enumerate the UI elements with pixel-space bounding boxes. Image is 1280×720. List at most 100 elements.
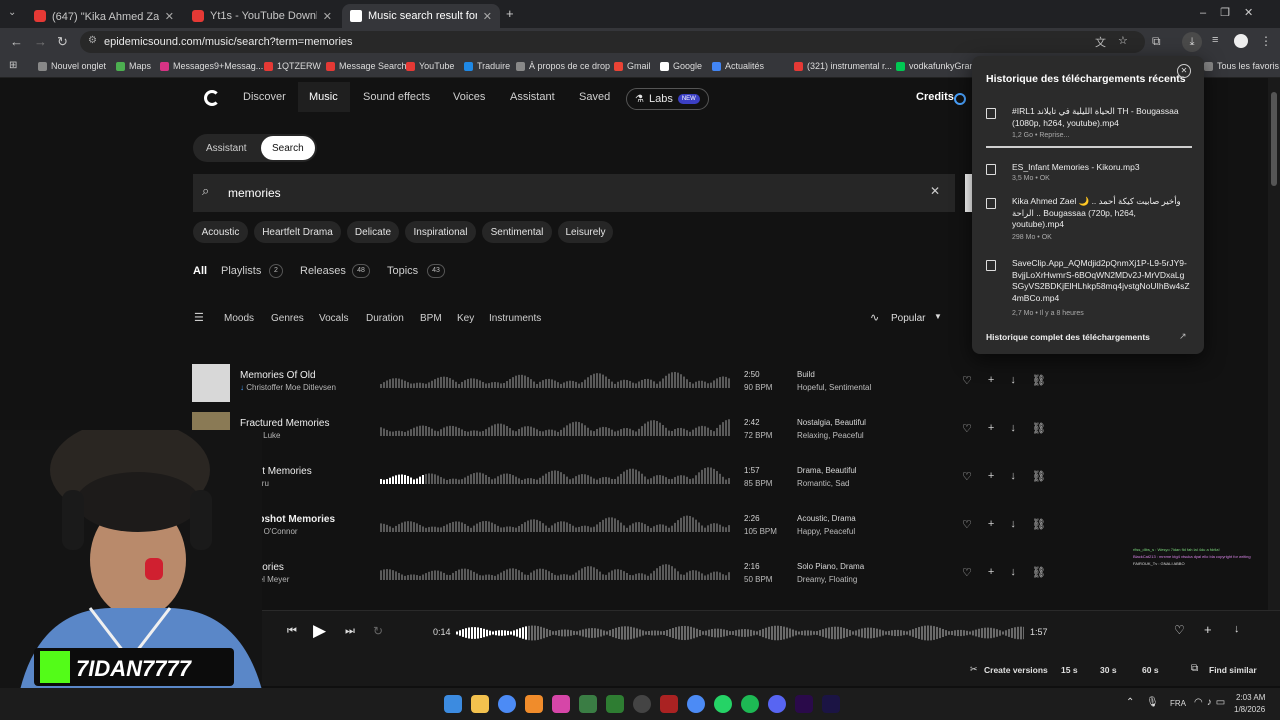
profile-avatar[interactable] [1234,34,1248,48]
menu-icon[interactable]: ⋮ [1260,34,1272,48]
apps-icon[interactable]: ⊞ [9,60,17,71]
track-tags-primary[interactable]: Solo Piano, Drama [797,562,864,571]
track-waveform[interactable] [380,370,730,394]
scroll-thumb[interactable] [1271,92,1277,186]
app-icon[interactable] [633,695,651,713]
download-item[interactable]: ES_Infant Memories - Kikoru.mp3 3,5 Mo •… [986,162,1192,186]
filter-sliders-icon[interactable]: ☰ [194,311,204,324]
previous-icon[interactable]: ⏮ [287,625,297,638]
nav-assistant[interactable]: Assistant [510,91,555,103]
next-icon[interactable]: ⏭ [345,625,355,638]
download-icon[interactable]: ↓ [1010,422,1016,435]
track-title[interactable]: Fractured Memories [240,418,329,429]
tab-yt1s[interactable]: Yt1s - YouTube Downloader | Y ✕ [184,4,340,28]
site-info-icon[interactable]: ⚙ [88,35,97,46]
chip[interactable]: Inspirational [405,221,476,243]
full-history-link[interactable]: Historique complet des téléchargements [986,332,1150,342]
reading-list-icon[interactable]: ≡ [1212,34,1218,46]
bookmark-item[interactable]: Actualités [712,61,764,71]
bookmark-item[interactable]: Message Search [326,61,407,71]
microphone-icon[interactable]: 🎙 [1146,697,1159,708]
bookmark-item[interactable]: Nouvel onglet [38,61,106,71]
track-row[interactable]: Memories Rachel Meyer 2:16 50 BPM Solo P… [192,556,1072,596]
nav-music[interactable]: Music [309,91,338,103]
track-tags-secondary[interactable]: Relaxing, Peaceful [797,431,864,440]
bookmark-item[interactable]: À propos de ce drop [516,61,610,71]
chrome-icon[interactable] [498,695,516,713]
track-tags-secondary[interactable]: Romantic, Sad [797,479,849,488]
add-icon[interactable]: + [988,374,994,387]
add-icon[interactable]: + [988,566,994,579]
tab-search-icon[interactable]: ⌄ [8,7,16,18]
heart-icon[interactable]: ♡ [962,422,972,435]
play-button[interactable]: ▶ [313,621,326,641]
start-icon[interactable] [444,695,462,713]
tray-chevron-icon[interactable]: ⌃ [1126,697,1134,708]
clear-search-icon[interactable]: ✕ [930,184,940,198]
close-icon[interactable]: ✕ [1177,64,1191,78]
mode-search[interactable]: Search [272,143,304,154]
bookmark-item[interactable]: Gmail [614,61,651,71]
track-tags-primary[interactable]: Build [797,370,815,379]
filter-instruments[interactable]: Instruments [489,313,541,324]
url-field[interactable]: ⚙ epidemicsound.com/music/search?term=me… [80,31,1145,53]
forward-icon[interactable]: → [34,34,47,49]
back-icon[interactable]: ← [10,34,23,49]
epidemic-logo[interactable] [204,90,220,106]
track-title[interactable]: Memories Of Old [240,370,316,381]
close-icon[interactable]: ✕ [483,10,492,23]
extensions-icon[interactable]: ⧉ [1152,34,1161,49]
track-row[interactable]: Memories Of Old ↓ Christoffer Moe Ditlev… [192,364,1072,404]
filter-bpm[interactable]: BPM [420,313,442,324]
nav-saved[interactable]: Saved [579,91,610,103]
bookmark-item[interactable]: Messages9+Messag... [160,61,263,71]
find-similar-button[interactable]: Find similar [1209,665,1257,675]
after-effects-icon[interactable] [822,695,840,713]
add-icon[interactable]: + [988,470,994,483]
language-indicator[interactable]: FRA [1170,699,1186,708]
tab-epidemic[interactable]: Music search result for memori ✕ [342,4,500,28]
search-input[interactable] [193,174,955,212]
heart-icon[interactable]: ♡ [962,470,972,483]
track-waveform[interactable] [380,562,730,586]
track-tags-secondary[interactable]: Dreamy, Floating [797,575,857,584]
tab-all[interactable]: All [193,265,207,277]
add-icon[interactable]: + [988,518,994,531]
close-icon[interactable]: ✕ [165,10,174,23]
bookmark-item[interactable]: Tous les favoris [1204,61,1279,71]
bookmark-star-icon[interactable]: ☆ [1118,34,1128,47]
link-icon[interactable]: ⛓ [1032,374,1046,387]
filter-moods[interactable]: Moods [224,313,254,324]
track-row[interactable]: Fractured Memories Gavin Luke 2:42 72 BP… [192,412,1072,452]
length-15s[interactable]: 15 s [1061,665,1078,675]
tab-releases[interactable]: Releases [300,265,346,277]
tab-playlists[interactable]: Playlists [221,265,261,277]
download-icon[interactable]: ↓ [1010,470,1016,483]
discord-icon[interactable] [768,695,786,713]
download-item[interactable]: Kika Ahmed Zael 🌙 .. وأخير صابيت كيكة أح… [986,196,1192,244]
tab-youtube-kika[interactable]: (647) "Kika Ahmed Za**el 🌙 … ✕ [26,4,182,28]
track-cover[interactable] [192,364,230,402]
heart-icon[interactable]: ♡ [962,566,972,579]
heart-icon[interactable]: ♡ [962,374,972,387]
premiere-icon[interactable] [795,695,813,713]
chip[interactable]: Heartfelt Drama [254,221,341,243]
download-item[interactable]: SaveClip.App_AQMdjid2pQnmXj1P-L9-5rJY9-B… [986,258,1192,320]
new-tab-button[interactable]: + [506,6,514,21]
filter-genres[interactable]: Genres [271,313,304,324]
whatsapp-icon[interactable] [714,695,732,713]
nav-voices[interactable]: Voices [453,91,485,103]
clock-date[interactable]: 1/8/2026 [1234,705,1265,714]
credits-label[interactable]: Credits [916,91,954,103]
track-tags-secondary[interactable]: Hopeful, Sentimental [797,383,871,392]
bookmark-item[interactable]: YouTube [406,61,454,71]
spotify-icon[interactable] [741,695,759,713]
app-icon[interactable] [525,695,543,713]
filter-vocals[interactable]: Vocals [319,313,348,324]
heart-icon[interactable]: ♡ [962,518,972,531]
downloads-icon[interactable]: ⤓ [1182,32,1202,52]
player-waveform[interactable] [456,621,1024,645]
download-icon[interactable]: ↓ [1234,623,1240,635]
download-item[interactable]: #IRL1 الحياة الليلية في تايلاند TH - Bou… [986,106,1192,148]
sort-select[interactable]: Popular [891,313,925,324]
